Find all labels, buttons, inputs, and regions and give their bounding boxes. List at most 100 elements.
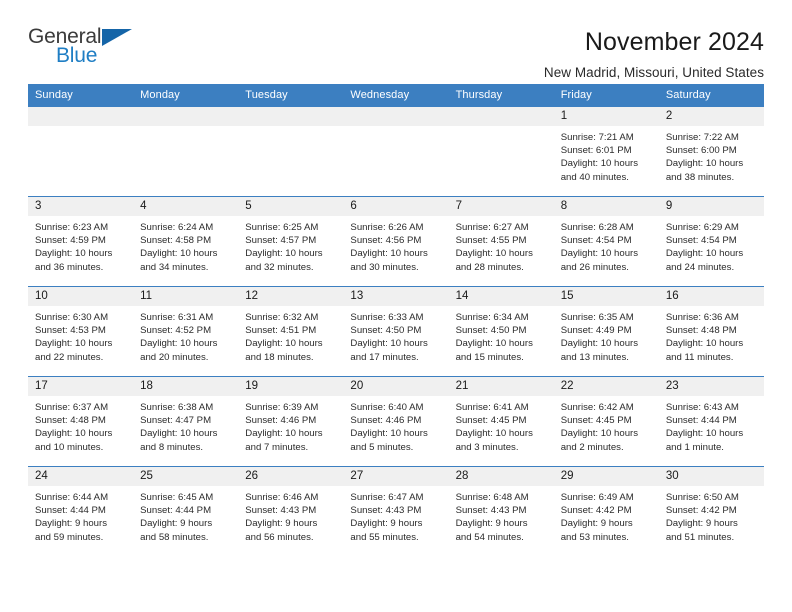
- calendar-day-cell[interactable]: 1 Sunrise: 7:21 AM Sunset: 6:01 PM Daylight…: [553, 106, 659, 197]
- day-info: Sunrise: 7:21 AM Sunset: 6:01 PM Daylight:…: [554, 126, 659, 184]
- calendar-day-cell[interactable]: 18 Sunrise: 6:38 AM Sunset: 4:47 PM Dayligh…: [133, 376, 239, 467]
- daylight-text-line2: and 36 minutes.: [35, 261, 104, 273]
- weekday-header-wednesday: Wednesday: [343, 84, 449, 107]
- daylight-text-line2: and 10 minutes.: [35, 441, 104, 453]
- day-info: Sunrise: 6:50 AM Sunset: 4:42 PM Daylight:…: [659, 486, 764, 544]
- calendar-day-cell[interactable]: 13 Sunrise: 6:33 AM Sunset: 4:50 PM Dayligh…: [343, 286, 449, 377]
- sunset-text: Sunset: 4:54 PM: [560, 235, 632, 247]
- calendar-day-cell[interactable]: 10 Sunrise: 6:30 AM Sunset: 4:53 PM Dayligh…: [28, 286, 134, 377]
- calendar-day-cell[interactable]: 11 Sunrise: 6:31 AM Sunset: 4:52 PM Dayligh…: [133, 286, 239, 377]
- sunrise-text: Sunrise: 6:34 AM: [455, 312, 529, 323]
- daylight-text-line1: Daylight: 10 hours: [560, 338, 639, 350]
- calendar-day-cell[interactable]: 30 Sunrise: 6:50 AM Sunset: 4:42 PM Dayligh…: [658, 466, 764, 557]
- calendar-day-cell[interactable]: 24 Sunrise: 6:44 AM Sunset: 4:44 PM Dayligh…: [28, 466, 134, 557]
- day-number: 21: [448, 377, 554, 396]
- page-title: November 2024: [584, 28, 764, 56]
- daylight-text-line2: and 28 minutes.: [455, 261, 524, 273]
- day-number: 24: [28, 467, 134, 486]
- calendar-day-cell[interactable]: 27 Sunrise: 6:47 AM Sunset: 4:43 PM Dayligh…: [343, 466, 449, 557]
- daylight-text-line1: Daylight: 10 hours: [665, 158, 744, 170]
- general-blue-logo[interactable]: General Blue: [28, 26, 148, 74]
- calendar-week-row: 1 Sunrise: 7:21 AM Sunset: 6:01 PM Daylight…: [28, 106, 764, 197]
- calendar-day-cell-empty: [448, 106, 554, 197]
- calendar-day-cell[interactable]: 8 Sunrise: 6:28 AM Sunset: 4:54 PM Daylight…: [553, 196, 659, 287]
- day-info: Sunrise: 6:40 AM Sunset: 4:46 PM Daylight:…: [343, 396, 448, 454]
- calendar-day-cell[interactable]: 5 Sunrise: 6:25 AM Sunset: 4:57 PM Daylight…: [238, 196, 344, 287]
- daylight-text-line1: Daylight: 10 hours: [35, 428, 113, 440]
- day-number: 4: [133, 197, 239, 216]
- daylight-text-line2: and 38 minutes.: [665, 171, 735, 183]
- sunrise-text: Sunrise: 6:47 AM: [350, 492, 424, 503]
- sunrise-text: Sunrise: 6:49 AM: [560, 492, 634, 503]
- daylight-text-line1: Daylight: 9 hours: [560, 518, 633, 530]
- page-subtitle: New Madrid, Missouri, United States: [543, 64, 764, 80]
- calendar-day-cell[interactable]: 26 Sunrise: 6:46 AM Sunset: 4:43 PM Dayligh…: [238, 466, 344, 557]
- day-info: Sunrise: 6:46 AM Sunset: 4:43 PM Daylight:…: [238, 486, 343, 544]
- sunrise-text: Sunrise: 6:48 AM: [455, 492, 529, 503]
- calendar-day-cell[interactable]: 2 Sunrise: 7:22 AM Sunset: 6:00 PM Daylight…: [658, 106, 764, 197]
- calendar-day-cell[interactable]: 14 Sunrise: 6:34 AM Sunset: 4:50 PM Dayligh…: [448, 286, 554, 377]
- daylight-text-line1: Daylight: 10 hours: [245, 338, 323, 350]
- sunset-text: Sunset: 4:59 PM: [35, 235, 106, 247]
- daylight-text-line2: and 18 minutes.: [245, 351, 314, 363]
- calendar-day-cell[interactable]: 23 Sunrise: 6:43 AM Sunset: 4:44 PM Dayligh…: [658, 376, 764, 467]
- sunrise-text: Sunrise: 6:25 AM: [245, 222, 319, 233]
- daylight-text-line2: and 26 minutes.: [560, 261, 629, 273]
- day-info: Sunrise: 6:41 AM Sunset: 4:45 PM Daylight:…: [449, 396, 554, 454]
- sunset-text: Sunset: 4:44 PM: [665, 415, 737, 427]
- day-info: Sunrise: 6:34 AM Sunset: 4:50 PM Daylight:…: [449, 306, 554, 364]
- calendar-week-row: 3 Sunrise: 6:23 AM Sunset: 4:59 PM Daylight…: [28, 196, 764, 287]
- daylight-text-line1: Daylight: 10 hours: [560, 248, 639, 260]
- calendar-day-cell[interactable]: 28 Sunrise: 6:48 AM Sunset: 4:43 PM Dayligh…: [448, 466, 554, 557]
- calendar-day-cell[interactable]: 16 Sunrise: 6:36 AM Sunset: 4:48 PM Dayligh…: [658, 286, 764, 377]
- sunrise-text: Sunrise: 6:50 AM: [665, 492, 739, 503]
- calendar-day-cell[interactable]: 19 Sunrise: 6:39 AM Sunset: 4:46 PM Dayligh…: [238, 376, 344, 467]
- calendar-day-cell[interactable]: 25 Sunrise: 6:45 AM Sunset: 4:44 PM Dayligh…: [133, 466, 239, 557]
- day-number: 23: [658, 377, 764, 396]
- daylight-text-line2: and 55 minutes.: [350, 531, 419, 543]
- day-number: 9: [658, 197, 764, 216]
- calendar-day-cell[interactable]: 17 Sunrise: 6:37 AM Sunset: 4:48 PM Dayligh…: [28, 376, 134, 467]
- weekday-header-thursday: Thursday: [448, 84, 554, 107]
- sunrise-text: Sunrise: 6:37 AM: [35, 402, 109, 413]
- daylight-text-line2: and 2 minutes.: [560, 441, 624, 453]
- day-info: Sunrise: 6:49 AM Sunset: 4:42 PM Daylight:…: [554, 486, 659, 544]
- calendar-day-cell[interactable]: 6 Sunrise: 6:26 AM Sunset: 4:56 PM Daylight…: [343, 196, 449, 287]
- sunset-text: Sunset: 4:43 PM: [455, 505, 527, 517]
- sunset-text: Sunset: 4:52 PM: [140, 325, 212, 337]
- calendar-day-cell-empty: [28, 106, 134, 197]
- calendar-day-cell[interactable]: 22 Sunrise: 6:42 AM Sunset: 4:45 PM Dayligh…: [553, 376, 659, 467]
- day-info: Sunrise: 6:26 AM Sunset: 4:56 PM Daylight:…: [343, 216, 448, 274]
- weekday-header-tuesday: Tuesday: [238, 84, 344, 107]
- day-info: Sunrise: 6:36 AM Sunset: 4:48 PM Daylight:…: [659, 306, 764, 364]
- daylight-text-line1: Daylight: 10 hours: [245, 248, 323, 260]
- daylight-text-line2: and 11 minutes.: [665, 351, 734, 363]
- day-info: Sunrise: 6:37 AM Sunset: 4:48 PM Daylight:…: [28, 396, 133, 454]
- daylight-text-line1: Daylight: 9 hours: [665, 518, 738, 530]
- sunset-text: Sunset: 4:58 PM: [140, 235, 212, 247]
- calendar-table: Sunday Monday Tuesday Wednesday Thursday…: [28, 84, 764, 557]
- daylight-text-line1: Daylight: 10 hours: [560, 428, 639, 440]
- calendar-day-cell[interactable]: 29 Sunrise: 6:49 AM Sunset: 4:42 PM Dayligh…: [553, 466, 659, 557]
- calendar-day-cell-empty: [343, 106, 449, 197]
- daylight-text-line1: Daylight: 10 hours: [350, 248, 428, 260]
- calendar-day-cell[interactable]: 12 Sunrise: 6:32 AM Sunset: 4:51 PM Dayligh…: [238, 286, 344, 377]
- sunrise-text: Sunrise: 6:41 AM: [455, 402, 529, 413]
- day-number: [343, 107, 449, 126]
- calendar-week-row: 24 Sunrise: 6:44 AM Sunset: 4:44 PM Dayligh…: [28, 466, 764, 557]
- daylight-text-line2: and 5 minutes.: [350, 441, 414, 453]
- day-info: Sunrise: 6:29 AM Sunset: 4:54 PM Daylight:…: [659, 216, 764, 274]
- calendar-day-cell[interactable]: 3 Sunrise: 6:23 AM Sunset: 4:59 PM Daylight…: [28, 196, 134, 287]
- calendar-day-cell[interactable]: 4 Sunrise: 6:24 AM Sunset: 4:58 PM Daylight…: [133, 196, 239, 287]
- calendar-day-cell[interactable]: 15 Sunrise: 6:35 AM Sunset: 4:49 PM Dayligh…: [553, 286, 659, 377]
- day-info: Sunrise: 6:43 AM Sunset: 4:44 PM Daylight:…: [659, 396, 764, 454]
- sunset-text: Sunset: 4:54 PM: [665, 235, 737, 247]
- daylight-text-line1: Daylight: 10 hours: [665, 338, 744, 350]
- day-number: 20: [343, 377, 449, 396]
- day-info: Sunrise: 6:39 AM Sunset: 4:46 PM Daylight:…: [238, 396, 343, 454]
- calendar-day-cell[interactable]: 7 Sunrise: 6:27 AM Sunset: 4:55 PM Daylight…: [448, 196, 554, 287]
- calendar-day-cell[interactable]: 20 Sunrise: 6:40 AM Sunset: 4:46 PM Dayligh…: [343, 376, 449, 467]
- calendar-day-cell[interactable]: 21 Sunrise: 6:41 AM Sunset: 4:45 PM Dayligh…: [448, 376, 554, 467]
- calendar-day-cell[interactable]: 9 Sunrise: 6:29 AM Sunset: 4:54 PM Daylight…: [658, 196, 764, 287]
- day-info: Sunrise: 6:42 AM Sunset: 4:45 PM Daylight:…: [554, 396, 659, 454]
